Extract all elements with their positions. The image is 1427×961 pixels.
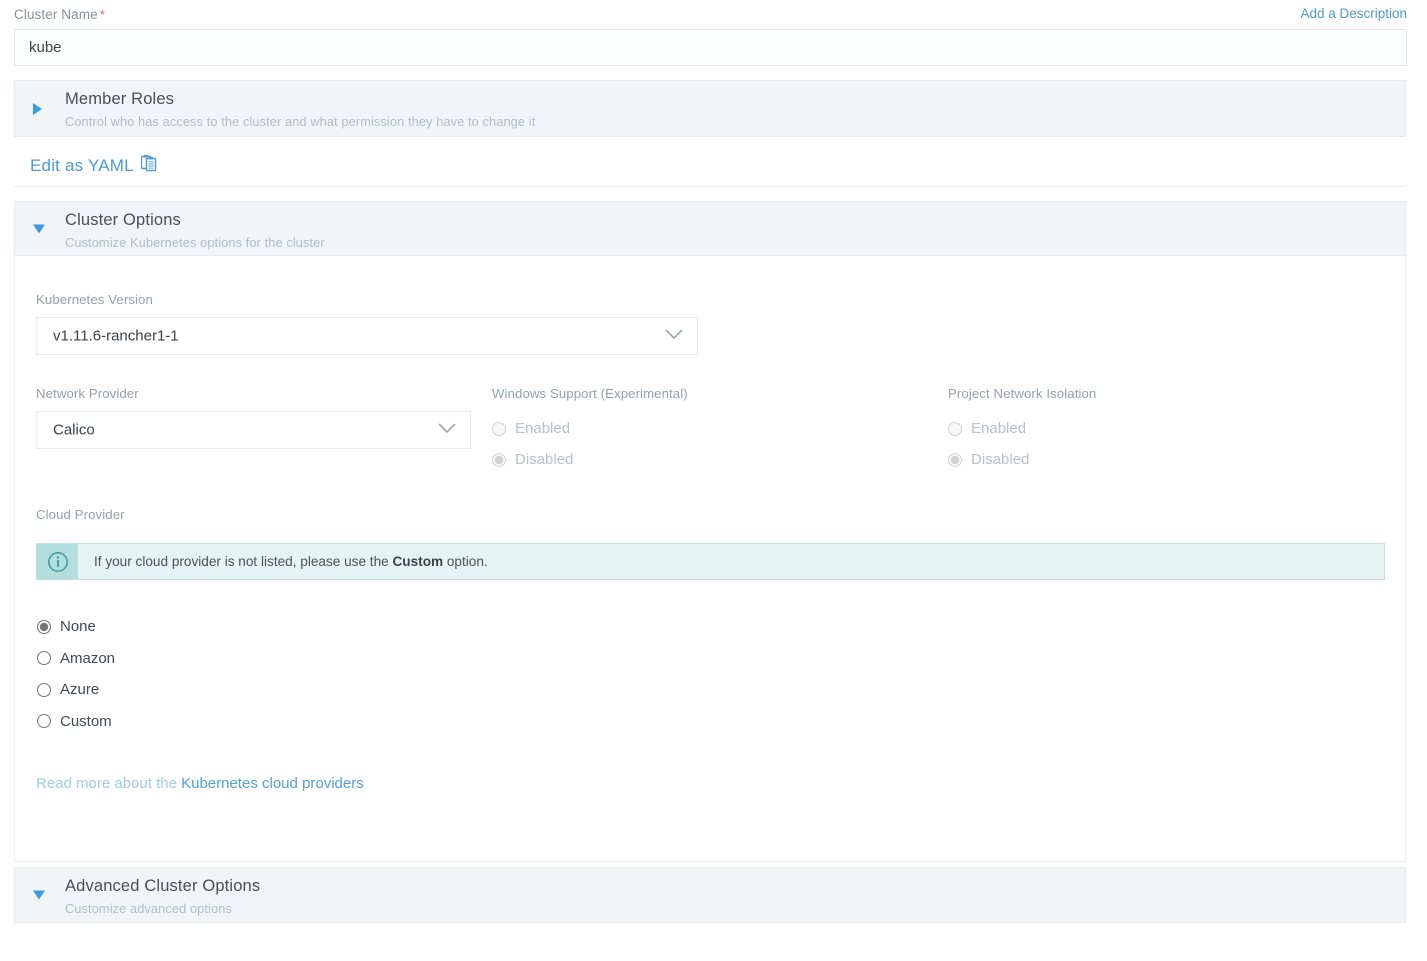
cloud-provider-info-banner: If your cloud provider is not listed, pl… [36,543,1385,580]
cloud-provider-radio-custom[interactable] [37,714,51,729]
cluster-name-label: Cluster Name [14,7,98,22]
kubernetes-version-value: v1.11.6-rancher1-1 [53,327,179,345]
section-header-cluster-options[interactable]: Cluster Options Customize Kubernetes opt… [14,201,1406,256]
section-header-member-roles[interactable]: Member Roles Control who has access to t… [14,80,1406,137]
project-network-isolation-label: Project Network Isolation [948,386,1097,401]
windows-support-radio-disabled[interactable] [492,452,506,467]
section-subtitle-cluster-options: Customize Kubernetes options for the clu… [65,235,325,250]
chevron-down-icon [665,327,683,345]
project-isolation-radio-enabled[interactable] [948,421,962,436]
triangle-right-icon [33,102,42,115]
section-title-member-roles: Member Roles [65,90,175,108]
section-title-advanced-cluster-options: Advanced Cluster Options [65,877,261,895]
windows-support-option-disabled[interactable]: Disabled [492,444,573,475]
cluster-name-row: Cluster Name * Add a Description [14,6,1407,24]
cloud-provider-info-text: If your cloud provider is not listed, pl… [78,554,488,569]
section-header-advanced-cluster-options[interactable]: Advanced Cluster Options Customize advan… [14,867,1406,923]
cloud-provider-radio-amazon[interactable] [37,651,51,666]
kubernetes-version-select[interactable]: v1.11.6-rancher1-1 [36,317,698,355]
cloud-provider-radio-azure[interactable] [37,682,51,697]
windows-support-option-disabled-label: Disabled [515,451,574,468]
read-more-prefix: Read more about the [36,775,182,792]
chevron-down-icon [438,421,456,439]
windows-support-option-enabled[interactable]: Enabled [492,413,573,444]
info-text-after: option. [443,554,488,569]
windows-support-radio-group: Enabled Disabled [492,413,573,475]
windows-support-radio-enabled[interactable] [492,421,506,436]
network-provider-label: Network Provider [36,386,139,401]
project-network-isolation-radio-group: Enabled Disabled [948,413,1029,475]
cloud-provider-option-custom[interactable]: Custom [37,706,115,738]
cloud-provider-option-none[interactable]: None [37,611,115,643]
project-isolation-option-enabled-label: Enabled [971,420,1027,437]
network-provider-value: Calico [53,421,95,439]
section-subtitle-advanced-cluster-options: Customize advanced options [65,901,232,916]
windows-support-label: Windows Support (Experimental) [492,386,688,401]
read-more-text: Read more about the Kubernetes cloud pro… [36,775,364,792]
triangle-down-icon [33,890,45,900]
project-isolation-option-disabled[interactable]: Disabled [948,444,1029,475]
network-provider-select[interactable]: Calico [36,411,471,449]
edit-as-yaml-button[interactable]: Edit as YAML [30,154,157,177]
triangle-down-icon [33,224,45,233]
cloud-provider-option-none-label: None [60,618,96,636]
info-circle-icon [37,544,78,579]
required-marker: * [99,7,105,22]
edit-as-yaml-label: Edit as YAML [30,155,134,175]
create-cluster-form: Cluster Name* Add a Description Member R… [0,0,1427,961]
info-text-bold: Custom [392,554,444,569]
project-isolation-radio-disabled[interactable] [948,452,962,467]
cloud-provider-option-amazon-label: Amazon [60,649,116,667]
cloud-provider-option-azure-label: Azure [60,681,100,699]
copy-documents-icon [140,154,157,177]
project-isolation-option-enabled[interactable]: Enabled [948,413,1029,444]
cloud-provider-option-azure[interactable]: Azure [37,674,115,706]
section-title-cluster-options: Cluster Options [65,211,181,229]
cloud-provider-option-amazon[interactable]: Amazon [37,643,115,675]
windows-support-option-enabled-label: Enabled [515,420,571,437]
cluster-name-input[interactable] [14,29,1407,66]
cloud-provider-label: Cloud Provider [36,507,125,522]
project-isolation-option-disabled-label: Disabled [971,451,1030,468]
info-text-before: If your cloud provider is not listed, pl… [94,554,393,569]
add-description-link[interactable]: Add a Description [1300,6,1407,21]
cloud-provider-radio-group: None Amazon Azure Custom [37,611,115,737]
yaml-divider [14,186,1406,187]
kubernetes-version-label: Kubernetes Version [36,292,153,307]
kubernetes-cloud-providers-link[interactable]: Kubernetes cloud providers [181,775,364,792]
section-subtitle-member-roles: Control who has access to the cluster an… [65,114,536,129]
cloud-provider-option-custom-label: Custom [60,712,112,730]
cloud-provider-radio-none[interactable] [37,619,51,634]
